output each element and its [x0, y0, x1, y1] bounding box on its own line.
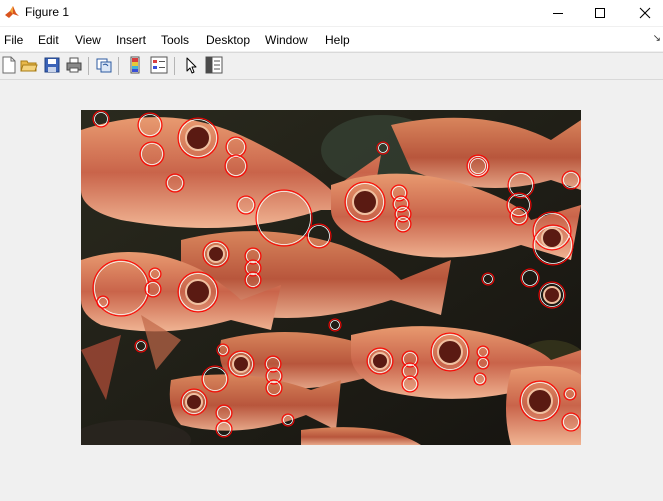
save-icon[interactable] [43, 56, 61, 74]
print-icon[interactable] [65, 56, 83, 74]
menu-bar: File Edit View Insert Tools Desktop Wind… [0, 27, 663, 51]
menu-insert[interactable]: Insert [116, 33, 146, 47]
insert-colorbar-icon[interactable] [126, 56, 144, 74]
minimize-button[interactable] [535, 0, 581, 26]
toolbar-divider [0, 79, 663, 80]
property-inspector-icon[interactable] [205, 56, 223, 74]
figure-axes[interactable] [81, 110, 581, 445]
menu-view[interactable]: View [75, 33, 101, 47]
close-icon [639, 7, 651, 19]
dock-arrow-icon[interactable]: ↘ [653, 33, 661, 44]
fish-image-with-circles [81, 110, 581, 445]
link-plot-icon[interactable] [95, 56, 113, 74]
close-button[interactable] [622, 0, 663, 26]
toolbar-separator [88, 57, 89, 75]
edit-plot-cursor-icon[interactable] [183, 56, 201, 74]
toolbar-separator [174, 57, 175, 75]
menu-edit[interactable]: Edit [38, 33, 59, 47]
open-file-icon[interactable] [20, 56, 38, 74]
maximize-icon [595, 8, 605, 18]
menu-desktop[interactable]: Desktop [206, 33, 250, 47]
new-figure-icon[interactable] [0, 56, 18, 74]
menu-help[interactable]: Help [325, 33, 350, 47]
window-title: Figure 1 [25, 5, 70, 19]
matlab-icon [5, 6, 19, 18]
fish-photo [81, 110, 581, 445]
title-bar: Figure 1 [0, 0, 663, 26]
minimize-icon [553, 13, 563, 14]
menu-tools[interactable]: Tools [161, 33, 189, 47]
toolbar-separator [118, 57, 119, 75]
figure-toolbar [0, 53, 663, 79]
menu-window[interactable]: Window [265, 33, 308, 47]
maximize-button[interactable] [577, 0, 623, 26]
insert-legend-icon[interactable] [150, 56, 168, 74]
menu-file[interactable]: File [4, 33, 23, 47]
